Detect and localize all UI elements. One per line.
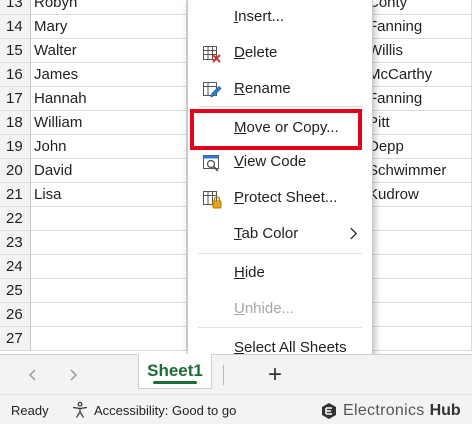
row-header[interactable]: 19 bbox=[0, 135, 31, 159]
row-header[interactable]: 26 bbox=[0, 303, 31, 327]
cell-last-name[interactable] bbox=[367, 327, 472, 351]
row-header[interactable]: 25 bbox=[0, 279, 31, 303]
cell-last-name[interactable] bbox=[367, 207, 472, 231]
menu-item-tab-color-label: ab Color bbox=[241, 225, 299, 242]
cell-first-name[interactable]: David bbox=[31, 159, 187, 183]
row-header[interactable]: 16 bbox=[0, 63, 31, 87]
delete-sheet-icon bbox=[202, 43, 222, 63]
chevron-right-nav-icon[interactable] bbox=[63, 365, 83, 385]
electronics-hub-logo-icon bbox=[322, 403, 336, 419]
menu-item-view-code-accel: V bbox=[234, 153, 244, 170]
add-sheet-button[interactable]: + bbox=[262, 363, 288, 389]
electronics-hub-watermark: Electronics Hub bbox=[320, 400, 461, 422]
row-header[interactable]: 18 bbox=[0, 111, 31, 135]
row-header[interactable]: 14 bbox=[0, 15, 31, 39]
menu-item-view-code[interactable]: View Code bbox=[188, 145, 372, 179]
cell-last-name[interactable]: Depp bbox=[367, 135, 472, 159]
menu-item-protect-label: rotect Sheet... bbox=[244, 189, 338, 206]
menu-separator bbox=[198, 253, 362, 254]
cell-first-name[interactable]: Walter bbox=[31, 39, 187, 63]
status-bar: Ready Accessibility: Good to go Electron… bbox=[0, 394, 472, 424]
menu-item-rename-label: ename bbox=[244, 80, 291, 97]
menu-item-protect-sheet[interactable]: Protect Sheet... bbox=[188, 181, 372, 215]
accessibility-icon[interactable] bbox=[71, 401, 89, 419]
sheet-tab-underline bbox=[153, 381, 197, 384]
cell-last-name[interactable]: Pitt bbox=[367, 111, 472, 135]
accessibility-status[interactable]: Accessibility: Good to go bbox=[94, 403, 236, 418]
cell-first-name[interactable]: Lisa bbox=[31, 183, 187, 207]
cell-last-name[interactable] bbox=[367, 231, 472, 255]
cell-last-name[interactable]: McCarthy bbox=[367, 63, 472, 87]
menu-item-delete[interactable]: Delete bbox=[188, 36, 372, 70]
row-header[interactable]: 23 bbox=[0, 231, 31, 255]
menu-separator bbox=[198, 327, 362, 328]
menu-item-hide[interactable]: Hide bbox=[188, 256, 372, 290]
cell-first-name[interactable]: James bbox=[31, 63, 187, 87]
cell-first-name[interactable]: Hannah bbox=[31, 87, 187, 111]
sheet-tab-label: Sheet1 bbox=[147, 361, 203, 380]
row-header[interactable]: 20 bbox=[0, 159, 31, 183]
cell-last-name[interactable]: Conty bbox=[367, 0, 472, 15]
menu-item-unhide-accel: U bbox=[234, 300, 245, 317]
menu-item-unhide-label: nhide... bbox=[244, 300, 295, 317]
cell-last-name[interactable] bbox=[367, 279, 472, 303]
view-code-icon bbox=[202, 152, 222, 172]
menu-item-unhide[interactable]: Unhide... bbox=[188, 292, 372, 326]
brand-name-hub: Hub bbox=[429, 402, 461, 419]
menu-item-rename-accel: R bbox=[234, 80, 245, 97]
brand-name-electronics: Electronics bbox=[343, 402, 425, 419]
menu-separator bbox=[198, 106, 362, 107]
chevron-left-icon[interactable] bbox=[23, 365, 43, 385]
menu-item-insert-label: nsert... bbox=[238, 8, 285, 25]
cell-first-name[interactable] bbox=[31, 327, 187, 351]
cell-first-name[interactable] bbox=[31, 231, 187, 255]
cell-last-name[interactable]: Fanning bbox=[367, 87, 472, 111]
menu-item-hide-label: ide bbox=[244, 264, 265, 281]
row-header[interactable]: 22 bbox=[0, 207, 31, 231]
chevron-right-icon bbox=[349, 217, 358, 253]
row-header[interactable]: 21 bbox=[0, 183, 31, 207]
tab-divider bbox=[223, 365, 224, 385]
sheet-tab-bar: Sheet1 + bbox=[0, 354, 472, 394]
cell-first-name[interactable] bbox=[31, 303, 187, 327]
cell-first-name[interactable]: Robyn bbox=[31, 0, 187, 15]
sheet-tab-sheet1[interactable]: Sheet1 bbox=[138, 354, 212, 389]
cell-first-name[interactable] bbox=[31, 255, 187, 279]
menu-item-insert[interactable]: Insert... bbox=[188, 0, 372, 34]
menu-item-tab-color-accel: T bbox=[234, 225, 242, 242]
status-ready: Ready bbox=[11, 403, 49, 418]
cell-first-name[interactable]: John bbox=[31, 135, 187, 159]
cell-last-name[interactable]: Kudrow bbox=[367, 183, 472, 207]
cell-last-name[interactable] bbox=[367, 303, 472, 327]
cell-first-name[interactable] bbox=[31, 279, 187, 303]
menu-item-rename[interactable]: Rename bbox=[188, 72, 372, 106]
row-header[interactable]: 24 bbox=[0, 255, 31, 279]
menu-item-tab-color[interactable]: Tab Color bbox=[188, 217, 372, 251]
sheet-tab-context-menu: Insert... Delete Rename Move or Copy... … bbox=[187, 0, 373, 368]
menu-item-hide-accel: H bbox=[234, 264, 245, 281]
menu-item-protect-accel: P bbox=[234, 189, 245, 206]
row-header[interactable]: 13 bbox=[0, 0, 31, 15]
cell-first-name[interactable] bbox=[31, 207, 187, 231]
cell-last-name[interactable]: Schwimmer bbox=[367, 159, 472, 183]
cell-last-name[interactable] bbox=[367, 255, 472, 279]
highlight-box bbox=[190, 109, 362, 150]
rename-sheet-icon bbox=[202, 79, 222, 99]
cell-last-name[interactable]: Willis bbox=[367, 39, 472, 63]
protect-sheet-icon bbox=[202, 188, 222, 209]
cell-first-name[interactable]: William bbox=[31, 111, 187, 135]
menu-item-view-code-label: iew Code bbox=[243, 153, 307, 170]
cell-first-name[interactable]: Mary bbox=[31, 15, 187, 39]
row-header[interactable]: 15 bbox=[0, 39, 31, 63]
menu-item-delete-accel: D bbox=[234, 44, 245, 61]
row-header[interactable]: 27 bbox=[0, 327, 31, 351]
cell-last-name[interactable]: Fanning bbox=[367, 15, 472, 39]
menu-item-delete-label: elete bbox=[244, 44, 278, 61]
row-header[interactable]: 17 bbox=[0, 87, 31, 111]
